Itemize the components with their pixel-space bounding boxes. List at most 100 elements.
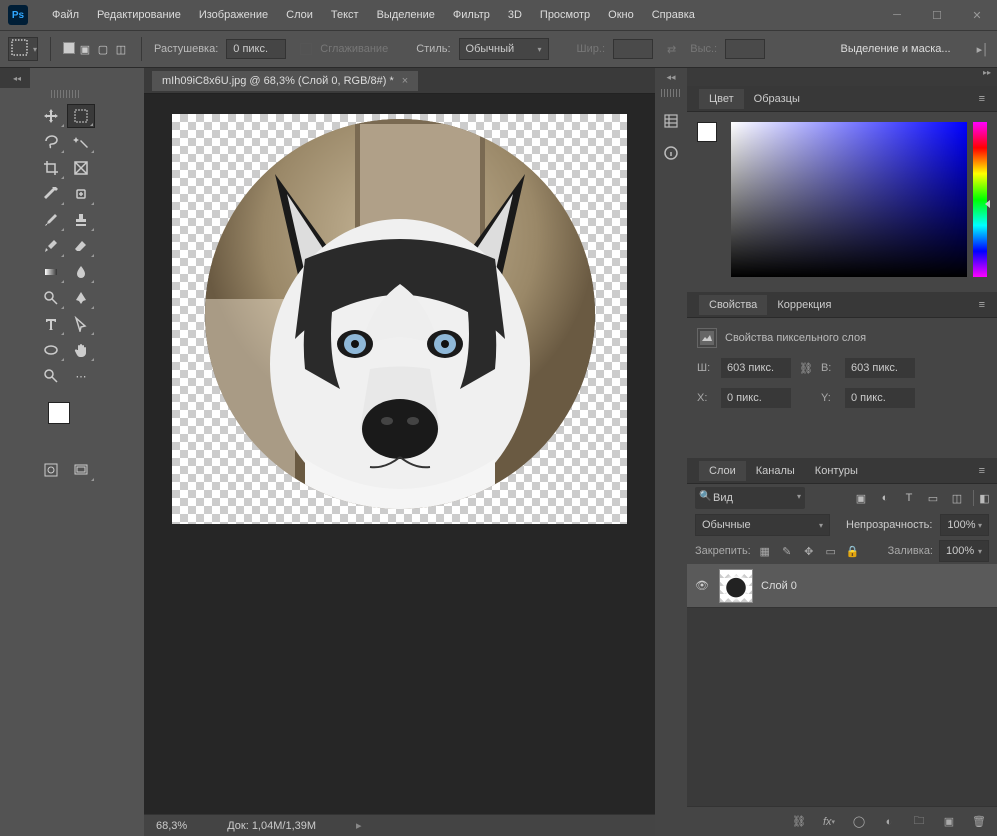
lock-all-icon[interactable]: 🔒 (845, 543, 861, 559)
group-icon[interactable]: 🗀 (911, 814, 927, 830)
mask-icon[interactable]: ◯ (851, 814, 867, 830)
tools-collapse-icon[interactable]: ◂◂ (13, 74, 21, 83)
link-layers-icon[interactable]: ⛓ (791, 814, 807, 830)
marquee-tool[interactable] (67, 104, 95, 128)
history-brush-tool[interactable] (37, 234, 65, 258)
gradient-tool[interactable] (37, 260, 65, 284)
lock-pixels-icon[interactable]: ✎ (779, 543, 795, 559)
color-panel-menu-icon[interactable]: ≡ (979, 93, 985, 105)
style-select[interactable]: Обычный▾ (459, 38, 549, 60)
stamp-tool[interactable] (67, 208, 95, 232)
color-tab[interactable]: Цвет (699, 89, 744, 109)
selection-new-icon[interactable] (63, 42, 75, 54)
pen-tool[interactable] (67, 286, 95, 310)
layer-name[interactable]: Слой 0 (761, 580, 797, 592)
filter-adjust-icon[interactable]: ◐ (877, 490, 893, 506)
y-dim-input[interactable] (845, 388, 915, 408)
height-dim-input[interactable] (845, 358, 915, 378)
lock-artboard-icon[interactable]: ▭ (823, 543, 839, 559)
filter-smart-icon[interactable]: ◫ (949, 490, 965, 506)
layer-thumbnail[interactable] (719, 569, 753, 603)
lock-transparency-icon[interactable]: ▦ (757, 543, 773, 559)
document-tab[interactable]: mIh09iC8x6U.jpg @ 68,3% (Слой 0, RGB/8#)… (152, 71, 418, 91)
eyedropper-tool[interactable] (37, 182, 65, 206)
color-mini-swatches[interactable] (697, 122, 725, 150)
edit-toolbar[interactable]: ⋯ (67, 364, 95, 388)
screen-mode-icon[interactable] (67, 458, 95, 482)
x-dim-input[interactable] (721, 388, 791, 408)
select-and-mask-button[interactable]: Выделение и маска... (831, 39, 961, 59)
zoom-tool[interactable] (37, 364, 65, 388)
new-layer-icon[interactable]: ▣ (941, 814, 957, 830)
type-tool[interactable] (37, 312, 65, 336)
lasso-tool[interactable] (37, 130, 65, 154)
visibility-icon[interactable]: 👁 (695, 579, 711, 592)
menu-filter[interactable]: Фильтр (444, 5, 499, 25)
dodge-tool[interactable] (37, 286, 65, 310)
fx-icon[interactable]: fx▾ (821, 814, 837, 830)
canvas[interactable] (172, 114, 627, 524)
eraser-tool[interactable] (67, 234, 95, 258)
tool-preset-icon[interactable]: ▾ (8, 37, 38, 61)
color-swatches[interactable] (48, 402, 84, 438)
layers-tab[interactable]: Слои (699, 461, 746, 481)
toolbar-handle[interactable] (51, 90, 81, 98)
layers-panel-menu-icon[interactable]: ≡ (979, 465, 985, 477)
selection-intersect-icon[interactable]: ◫ (113, 42, 129, 56)
color-field[interactable] (731, 122, 967, 277)
selection-add-icon[interactable]: ▣ (77, 42, 93, 56)
panels-collapse-icon[interactable]: ▸▸ (983, 68, 991, 86)
hand-tool[interactable] (67, 338, 95, 362)
antialias-checkbox[interactable] (300, 43, 312, 55)
feather-input[interactable] (226, 39, 286, 59)
shape-tool[interactable] (37, 338, 65, 362)
canvas-viewport[interactable] (144, 94, 655, 814)
filter-pixel-icon[interactable]: ▣ (853, 490, 869, 506)
path-select-tool[interactable] (67, 312, 95, 336)
close-button[interactable]: ✕ (957, 0, 997, 30)
crop-tool[interactable] (37, 156, 65, 180)
props-panel-menu-icon[interactable]: ≡ (979, 299, 985, 311)
link-wh-icon[interactable]: ⛓ (799, 362, 813, 375)
maximize-button[interactable]: ☐ (917, 0, 957, 30)
doc-size[interactable]: Док: 1,04M/1,39M (227, 820, 316, 832)
brush-tool[interactable] (37, 208, 65, 232)
menu-file[interactable]: Файл (43, 5, 88, 25)
menu-help[interactable]: Справка (643, 5, 704, 25)
healing-tool[interactable] (67, 182, 95, 206)
options-collapse-icon[interactable]: ▸│ (977, 43, 989, 56)
properties-tab[interactable]: Свойства (699, 295, 767, 315)
move-tool[interactable] (37, 104, 65, 128)
fill-input[interactable]: 100%▾ (939, 540, 989, 562)
history-panel-icon[interactable] (659, 109, 683, 133)
menu-3d[interactable]: 3D (499, 5, 531, 25)
menu-image[interactable]: Изображение (190, 5, 277, 25)
paths-tab[interactable]: Контуры (805, 461, 868, 481)
delete-layer-icon[interactable]: 🗑 (971, 814, 987, 830)
info-panel-icon[interactable] (659, 141, 683, 165)
hue-indicator[interactable] (985, 200, 990, 208)
zoom-level[interactable]: 68,3% (156, 820, 187, 832)
opacity-input[interactable]: 100%▾ (940, 514, 989, 536)
mini-fg-swatch[interactable] (697, 122, 717, 142)
dock-collapse-icon[interactable]: ◂◂ (659, 73, 683, 81)
layer-filter-select[interactable] (695, 487, 805, 509)
width-dim-input[interactable] (721, 358, 791, 378)
minimize-button[interactable]: ─ (877, 0, 917, 30)
filter-type-icon[interactable]: T (901, 490, 917, 506)
menu-window[interactable]: Окно (599, 5, 643, 25)
magic-wand-tool[interactable] (67, 130, 95, 154)
filter-toggle-icon[interactable]: ◧ (973, 490, 989, 506)
adjustments-tab[interactable]: Коррекция (767, 295, 841, 315)
swatches-tab[interactable]: Образцы (744, 89, 810, 109)
menu-type[interactable]: Текст (322, 5, 368, 25)
blur-tool[interactable] (67, 260, 95, 284)
menu-layer[interactable]: Слои (277, 5, 322, 25)
frame-tool[interactable] (67, 156, 95, 180)
adjustment-layer-icon[interactable]: ◐ (881, 814, 897, 830)
filter-shape-icon[interactable]: ▭ (925, 490, 941, 506)
channels-tab[interactable]: Каналы (746, 461, 805, 481)
layer-row[interactable]: 👁 Слой 0 (687, 564, 997, 608)
lock-position-icon[interactable]: ✥ (801, 543, 817, 559)
menu-edit[interactable]: Редактирование (88, 5, 190, 25)
